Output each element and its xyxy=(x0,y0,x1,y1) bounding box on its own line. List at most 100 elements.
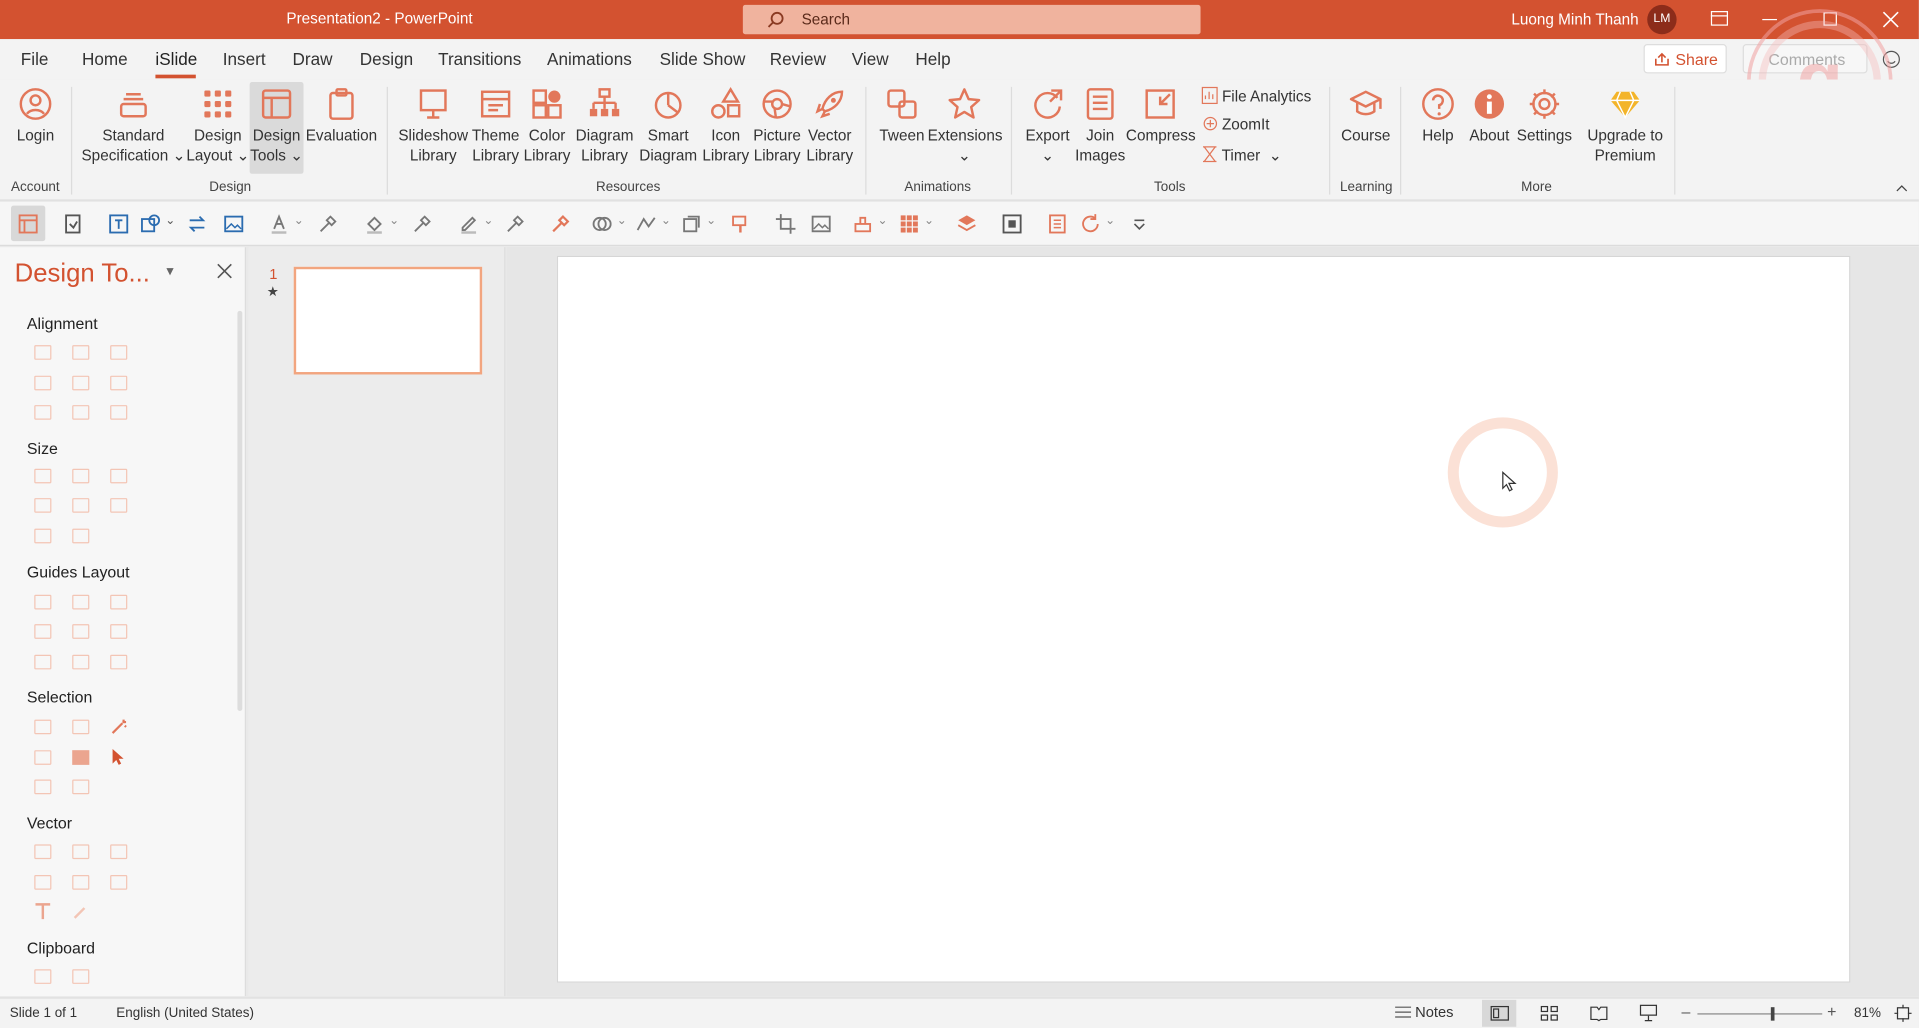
dropdown-caret-icon[interactable]: ⌄ xyxy=(877,214,887,227)
tab-design[interactable]: Design xyxy=(360,49,413,69)
format-painter-icon[interactable] xyxy=(729,213,751,235)
screenshot-icon[interactable] xyxy=(1001,213,1023,235)
eyedropper-icon[interactable] xyxy=(317,213,339,235)
fit-height-icon[interactable] xyxy=(34,528,52,544)
matrix-layout-icon[interactable] xyxy=(898,213,920,235)
align-bottom-icon[interactable] xyxy=(110,375,128,391)
stretch-width-icon[interactable] xyxy=(34,498,52,513)
join-images-button[interactable]: Join Images xyxy=(1074,87,1125,165)
normal-view-icon[interactable] xyxy=(1490,1005,1509,1021)
eyedropper-icon[interactable] xyxy=(411,213,433,235)
eyedropper-icon[interactable] xyxy=(504,213,526,235)
tab-draw[interactable]: Draw xyxy=(292,49,332,69)
tab-insert[interactable]: Insert xyxy=(223,49,266,69)
tab-transitions[interactable]: Transitions xyxy=(438,49,521,69)
brush-icon[interactable] xyxy=(72,904,89,919)
text-vector-icon[interactable] xyxy=(34,902,51,920)
distribute-grid-icon[interactable] xyxy=(110,405,128,420)
upgrade-premium-button[interactable]: Upgrade to Premium xyxy=(1579,87,1672,165)
search-box[interactable]: Search xyxy=(742,4,1201,35)
language-indicator[interactable]: English (United States) xyxy=(116,1006,254,1021)
tab-animations[interactable]: Animations xyxy=(547,49,632,69)
stretch-height-icon[interactable] xyxy=(72,498,90,513)
select-all-icon[interactable] xyxy=(34,719,52,735)
course-button[interactable]: Course xyxy=(1339,87,1393,146)
zoom-slider[interactable] xyxy=(1697,1013,1823,1015)
evaluation-button[interactable]: Evaluation xyxy=(304,87,380,146)
standard-specification-button[interactable]: Standard Specification ⌄ xyxy=(81,87,186,165)
outline-color-icon[interactable] xyxy=(458,213,480,235)
select-invert-icon[interactable] xyxy=(34,779,52,795)
pane-options-icon[interactable]: ▾ xyxy=(166,262,173,279)
swap-size-icon[interactable] xyxy=(110,498,128,513)
replace-icon[interactable] xyxy=(62,213,84,235)
align-right-icon[interactable] xyxy=(110,345,128,360)
pane-close-icon[interactable] xyxy=(217,263,232,279)
swap-icon[interactable] xyxy=(186,213,208,235)
shapes-tool-icon[interactable] xyxy=(140,213,162,235)
color-library-button[interactable]: Color Library xyxy=(521,87,572,165)
zoomit-button[interactable]: ZoomIt xyxy=(1202,116,1270,133)
shape-effects-icon[interactable] xyxy=(680,213,702,235)
customize-toolbar-icon[interactable] xyxy=(1128,213,1150,235)
crop-icon[interactable] xyxy=(775,213,797,235)
paste-icon[interactable] xyxy=(72,969,90,984)
help-button[interactable]: Help xyxy=(1413,87,1462,146)
extensions-button[interactable]: Extensions ⌄ xyxy=(928,87,1002,165)
login-button[interactable]: Login xyxy=(10,87,61,146)
select-same-icon[interactable] xyxy=(72,719,90,735)
guide-right-icon[interactable] xyxy=(110,594,128,610)
dropdown-caret-icon[interactable]: ⌄ xyxy=(617,214,627,227)
share-button[interactable]: Share xyxy=(1643,44,1727,74)
guide-top-icon[interactable] xyxy=(34,624,52,639)
dropdown-caret-icon[interactable]: ⌄ xyxy=(483,214,493,227)
dropdown-caret-icon[interactable]: ⌄ xyxy=(706,214,716,227)
tab-help[interactable]: Help xyxy=(915,49,950,69)
slideshow-library-button[interactable]: Slideshow Library xyxy=(397,87,470,165)
align-left-icon[interactable] xyxy=(34,345,52,360)
picture-icon[interactable] xyxy=(810,213,832,235)
tab-review[interactable]: Review xyxy=(770,49,826,69)
dropdown-caret-icon[interactable]: ⌄ xyxy=(389,214,399,227)
font-color-icon[interactable] xyxy=(268,213,290,235)
collapse-ribbon-icon[interactable] xyxy=(1896,185,1908,192)
copy-icon[interactable] xyxy=(34,969,52,984)
zoom-percentage[interactable]: 81% xyxy=(1854,1006,1881,1021)
reading-view-icon[interactable] xyxy=(1590,1006,1608,1022)
fit-width-icon[interactable] xyxy=(72,528,90,544)
dropdown-caret-icon[interactable]: ⌄ xyxy=(661,214,671,227)
image-icon[interactable] xyxy=(223,213,245,235)
refresh-icon[interactable] xyxy=(1079,213,1101,235)
magic-wand-icon[interactable] xyxy=(110,717,128,735)
fill-bucket-icon[interactable] xyxy=(363,213,385,235)
theme-library-button[interactable]: Theme Library xyxy=(470,87,521,165)
cursor-arrow-icon[interactable] xyxy=(111,748,126,766)
slide-sorter-icon[interactable] xyxy=(1540,1005,1558,1021)
guide-grid-icon[interactable] xyxy=(110,654,128,670)
tab-islide[interactable]: iSlide xyxy=(155,49,197,69)
guide-center-icon[interactable] xyxy=(72,594,90,610)
guide-spread-horizontal-icon[interactable] xyxy=(34,654,52,670)
vector-fragment-icon[interactable] xyxy=(110,844,128,860)
dropdown-caret-icon[interactable]: ⌄ xyxy=(1105,214,1115,227)
design-panel-icon[interactable] xyxy=(17,213,39,235)
dropdown-caret-icon[interactable]: ⌄ xyxy=(924,214,934,227)
vector-library-button[interactable]: Vector Library xyxy=(803,87,857,165)
slideshow-view-icon[interactable] xyxy=(1639,1004,1658,1022)
picture-library-button[interactable]: Picture Library xyxy=(751,87,802,165)
compress-button[interactable]: Compress xyxy=(1126,87,1196,146)
slide-thumbnail[interactable] xyxy=(293,266,483,375)
dropdown-caret-icon[interactable]: ⌄ xyxy=(165,214,175,227)
export-button[interactable]: Export ⌄ xyxy=(1021,87,1075,165)
tab-slide-show[interactable]: Slide Show xyxy=(660,49,746,69)
timer-button[interactable]: Timer ⌄ xyxy=(1202,146,1282,164)
vector-split-icon[interactable] xyxy=(110,875,128,890)
avatar[interactable]: LM xyxy=(1647,4,1677,35)
guide-middle-icon[interactable] xyxy=(72,624,90,639)
diagram-library-button[interactable]: Diagram Library xyxy=(573,87,637,165)
vector-subtract-icon[interactable] xyxy=(72,875,90,890)
merge-shapes-icon[interactable] xyxy=(591,213,613,235)
distribute-vertical-icon[interactable] xyxy=(72,405,90,420)
slide[interactable] xyxy=(556,255,1851,983)
design-layout-button[interactable]: Design Layout ⌄ xyxy=(186,87,250,165)
